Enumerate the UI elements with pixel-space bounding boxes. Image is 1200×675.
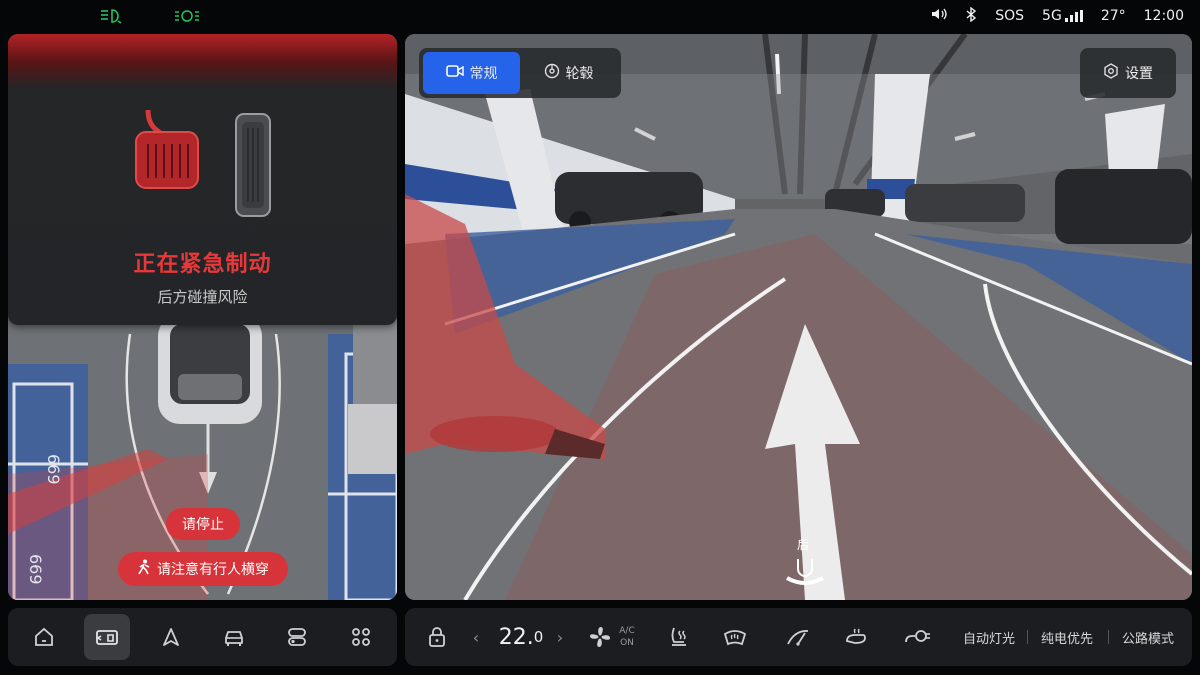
app-dock bbox=[8, 608, 397, 666]
bay-number: 669 bbox=[26, 554, 45, 585]
wiper-button[interactable] bbox=[783, 608, 813, 666]
camera-icon bbox=[445, 64, 464, 82]
rear-direction-label: 后 bbox=[797, 538, 810, 552]
bay-number: 669 bbox=[44, 454, 63, 485]
network-label: 5G bbox=[1042, 8, 1062, 24]
mirror-heat-button[interactable] bbox=[841, 608, 871, 666]
alert-subtitle: 后方碰撞风险 bbox=[157, 288, 248, 306]
settings-gear-icon bbox=[1103, 63, 1119, 83]
position-light-icon bbox=[174, 8, 200, 28]
vehicle-button[interactable] bbox=[211, 614, 257, 660]
home-button[interactable] bbox=[21, 614, 67, 660]
auto-lights-button[interactable]: 自动灯光 bbox=[955, 608, 1023, 666]
rear-camera-panel: 常规 轮毂 设置 后 bbox=[405, 34, 1192, 600]
divider bbox=[1108, 630, 1109, 644]
pedestrian-warning-pill: 请注意有行人横穿 bbox=[118, 552, 288, 586]
navigation-button[interactable] bbox=[148, 614, 194, 660]
temp-value: 22. bbox=[498, 624, 534, 650]
front-defrost-button[interactable] bbox=[720, 608, 750, 666]
ac-label: A/C bbox=[619, 626, 635, 636]
navigation-icon bbox=[163, 628, 179, 646]
car-icon bbox=[225, 631, 243, 646]
front-defrost-icon bbox=[723, 630, 747, 646]
climate-bar: ‹ 22. 0 › A/C ON 自动灯光 纯电优先 公路模式 bbox=[405, 608, 1192, 666]
wheel-icon bbox=[544, 63, 560, 83]
pedestrian-icon bbox=[137, 559, 151, 579]
fan-icon bbox=[590, 627, 610, 647]
seat-heat-button[interactable] bbox=[663, 608, 693, 666]
temp-increase-button[interactable]: › bbox=[551, 608, 569, 666]
seat-heat-icon bbox=[671, 627, 686, 646]
lock-button[interactable] bbox=[423, 608, 451, 666]
outside-temperature: 27° bbox=[1100, 8, 1126, 24]
accelerator-pedal-icon bbox=[234, 112, 272, 222]
ac-toggle[interactable]: A/C ON bbox=[617, 608, 637, 666]
tab-wheel-label: 轮毂 bbox=[565, 66, 594, 82]
stop-warning-pill: 请停止 bbox=[166, 508, 240, 540]
network-indicator: 5G bbox=[1042, 8, 1083, 24]
tab-normal-view[interactable]: 常规 bbox=[423, 52, 520, 94]
camera-settings-button[interactable]: 设置 bbox=[1080, 48, 1176, 98]
ac-state: ON bbox=[620, 638, 634, 648]
emergency-brake-alert: 正在紧急制动 后方碰撞风险 bbox=[8, 34, 397, 325]
toggles-button[interactable] bbox=[274, 614, 320, 660]
toggle-icon bbox=[288, 628, 306, 646]
wiper-icon bbox=[787, 630, 809, 646]
stop-warning-text: 请停止 bbox=[182, 517, 224, 533]
surround-view-panel: 669 669 正在紧急制动 后方碰撞风险 请停止 请注意有行人横穿 bbox=[8, 34, 397, 600]
apps-button[interactable] bbox=[338, 614, 384, 660]
brake-pedal-icon bbox=[132, 106, 202, 196]
status-bar: SOS 5G 27° 12:00 bbox=[0, 0, 1200, 32]
lock-icon bbox=[429, 627, 445, 647]
tab-normal-label: 常规 bbox=[469, 66, 498, 82]
bluetooth-icon[interactable] bbox=[965, 6, 977, 26]
low-beam-icon bbox=[100, 8, 124, 28]
fan-button[interactable] bbox=[583, 608, 617, 666]
temp-decrease-button[interactable]: ‹ bbox=[467, 608, 485, 666]
charge-port-icon bbox=[905, 630, 930, 643]
sos-indicator[interactable]: SOS bbox=[995, 8, 1024, 24]
camera-view-button[interactable] bbox=[84, 614, 130, 660]
divider bbox=[1027, 630, 1028, 644]
alert-title: 正在紧急制动 bbox=[133, 252, 272, 277]
pedestrian-warning-text: 请注意有行人横穿 bbox=[157, 562, 269, 578]
clock: 12:00 bbox=[1143, 8, 1184, 24]
temperature-display: 22. 0 bbox=[491, 608, 551, 666]
camera-view-icon bbox=[96, 630, 118, 645]
rear-camera-feed bbox=[405, 34, 1192, 600]
volume-icon[interactable] bbox=[931, 7, 947, 25]
charge-port-button[interactable] bbox=[901, 608, 933, 666]
mirror-heat-icon bbox=[846, 628, 866, 644]
settings-label: 设置 bbox=[1125, 66, 1153, 82]
tab-wheel-view[interactable]: 轮毂 bbox=[520, 52, 617, 94]
ev-priority-button[interactable]: 纯电优先 bbox=[1033, 608, 1101, 666]
temp-decimal: 0 bbox=[533, 628, 544, 646]
highway-mode-button[interactable]: 公路模式 bbox=[1114, 608, 1182, 666]
signal-strength-icon bbox=[1064, 10, 1083, 22]
camera-view-switch: 常规 轮毂 bbox=[419, 48, 621, 98]
home-icon bbox=[35, 627, 53, 646]
apps-grid-icon bbox=[352, 628, 370, 646]
